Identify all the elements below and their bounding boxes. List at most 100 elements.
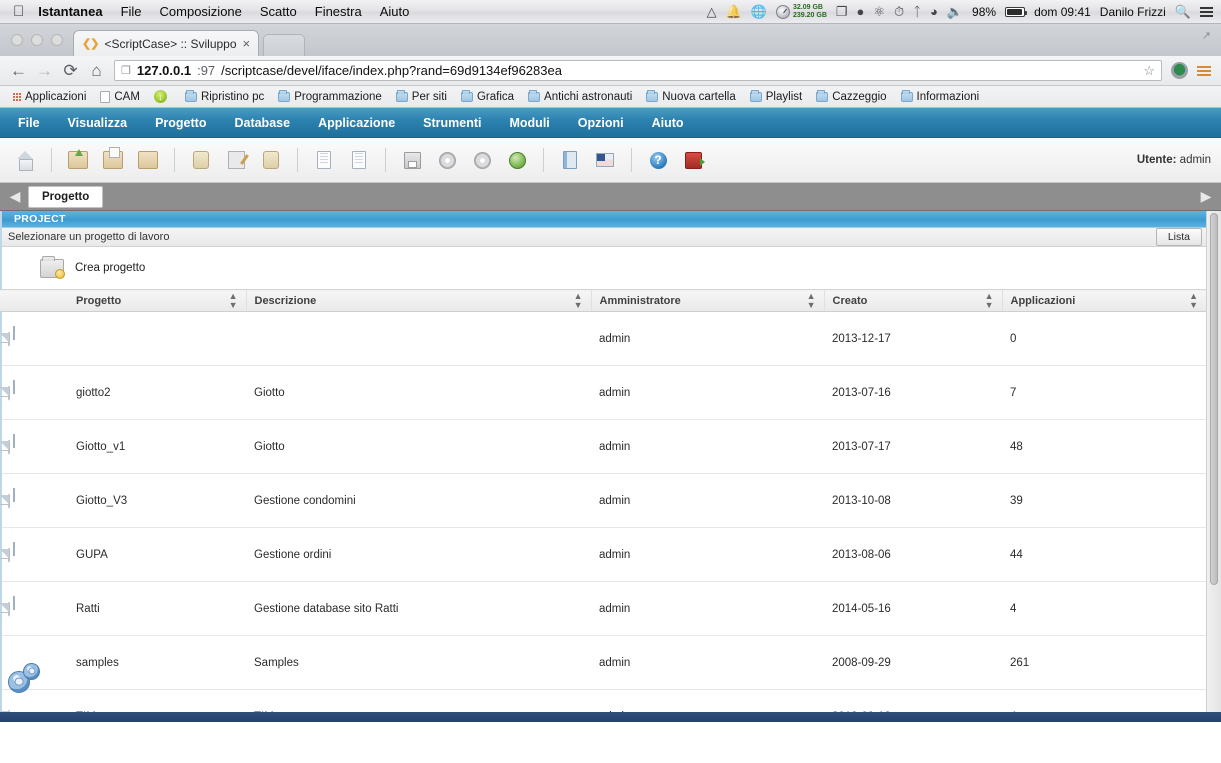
table-row[interactable]: GUPA Gestione ordini admin 2013-08-06 44 [0,527,1206,582]
settings-gear-icon[interactable] [432,145,462,175]
wifi-icon[interactable]: ◕ [930,5,938,18]
language-flag-icon[interactable] [590,145,620,175]
bluetooth-icon[interactable]: ᛏ [913,5,921,18]
table-row[interactable]: Giotto_V3 Gestione condomini admin 2013-… [0,473,1206,528]
th-amministratore[interactable]: Amministratore ▲ ▼ [590,289,824,312]
fullscreen-icon[interactable]: ↗ [1202,29,1211,42]
database-icon[interactable] [256,145,286,175]
bookmark-informazioni[interactable]: Informazioni [896,89,985,104]
profile-avatar-icon[interactable] [1171,62,1188,79]
menubar-item-file[interactable]: File [121,4,142,19]
bookmark-grafica[interactable]: Grafica [456,89,519,104]
th-descrizione[interactable]: Descrizione ▲ ▼ [245,289,591,312]
sort-icon[interactable]: ▲ ▼ [807,291,816,310]
export-project-icon[interactable] [98,145,128,175]
close-window-button[interactable] [11,34,23,46]
publish-globe-icon[interactable] [502,145,532,175]
minimize-window-button[interactable] [31,34,43,46]
table-row[interactable]: TIM TIM admin 2013-09-12 4 [0,689,1206,712]
bookmark-download[interactable]: ↓ [149,89,176,104]
lista-button[interactable]: Lista [1155,228,1202,246]
row-icon-cell[interactable] [0,311,68,366]
row-icon-cell[interactable] [0,365,68,420]
import-project-icon[interactable] [63,145,93,175]
home-icon[interactable]: ⌂ [88,61,105,81]
tab-scroll-right-icon[interactable]: ▶ [1197,188,1215,205]
cell-progetto[interactable]: TIM [68,689,246,712]
app-menu-strumenti[interactable]: Strumenti [409,110,495,136]
table-row[interactable]: admin 2013-12-17 0 [0,311,1206,366]
spotlight-search-icon[interactable]: 🔍 [1175,5,1191,18]
app-menu-applicazione[interactable]: Applicazione [304,110,409,136]
notification-center-icon[interactable] [1200,6,1213,17]
tab-progetto[interactable]: Progetto [28,185,104,208]
table-row[interactable]: Giotto_v1 Giotto admin 2013-07-17 48 [0,419,1206,474]
menubar-item-scatto[interactable]: Scatto [260,4,297,19]
row-icon-cell[interactable] [0,635,68,693]
screen-mirror-icon[interactable]: ❐ [836,5,848,18]
bookmark-star-icon[interactable]: ☆ [1143,63,1155,79]
row-icon-cell[interactable] [0,689,68,712]
app-menu-database[interactable]: Database [220,110,304,136]
apple-menu-icon[interactable]:  [13,4,24,19]
app-menu-aiuto[interactable]: Aiuto [638,110,698,136]
row-icon-cell[interactable] [0,581,68,636]
cell-progetto[interactable]: Giotto_v1 [68,419,246,474]
run-gear-icon[interactable] [467,145,497,175]
save-icon[interactable] [397,145,427,175]
forward-icon[interactable]: → [36,61,53,81]
manual-book-icon[interactable] [555,145,585,175]
battery-icon[interactable] [1005,6,1028,17]
cell-progetto[interactable]: samples [68,635,246,690]
volume-icon[interactable]: 🔈 [947,5,963,18]
user-name-label[interactable]: Danilo Frizzi [1100,5,1166,19]
app-menu-visualizza[interactable]: Visualizza [54,110,142,136]
package-icon[interactable] [133,145,163,175]
cell-progetto[interactable]: Giotto_V3 [68,473,246,528]
menubar-item-finestra[interactable]: Finestra [315,4,362,19]
app-menu-opzioni[interactable]: Opzioni [564,110,638,136]
cell-progetto[interactable] [68,311,246,366]
table-row[interactable]: giotto2 Giotto admin 2013-07-16 7 [0,365,1206,420]
copy-document-icon[interactable] [344,145,374,175]
sort-icon[interactable]: ▲ ▼ [574,291,583,310]
table-row[interactable]: samples Samples admin 2008-09-29 261 [0,635,1206,693]
chrome-menu-icon[interactable] [1197,65,1211,76]
row-icon-cell[interactable] [0,473,68,528]
globe-status-icon[interactable]: 🌐 [751,5,767,18]
bookmark-per-siti[interactable]: Per siti [391,89,452,104]
zoom-window-button[interactable] [51,34,63,46]
tab-scroll-left-icon[interactable]: ◀ [6,188,24,205]
reload-icon[interactable]: ⟳ [62,61,79,81]
edit-database-icon[interactable] [221,145,251,175]
notification-bell-icon[interactable]: 🔔 [726,5,742,18]
content-scrollbar[interactable] [1206,211,1221,712]
bookmark-applicazioni[interactable]: Applicazioni [8,90,91,104]
home-icon[interactable] [10,145,40,175]
dropbox-icon[interactable]: △ [707,5,717,18]
scrollbar-thumb[interactable] [1210,213,1218,585]
new-document-icon[interactable] [309,145,339,175]
create-project-label[interactable]: Crea progetto [75,262,145,274]
bookmark-playlist[interactable]: Playlist [745,89,807,104]
menubar-app-name[interactable]: Istantanea [38,4,102,19]
back-icon[interactable]: ← [10,61,27,81]
clock-label[interactable]: dom 09:41 [1034,5,1091,19]
menubar-item-composizione[interactable]: Composizione [160,4,242,19]
bookmark-cazzeggio[interactable]: Cazzeggio [811,89,891,104]
exit-icon[interactable] [678,145,708,175]
sort-icon[interactable]: ▲ ▼ [985,291,994,310]
sort-icon[interactable]: ▲ ▼ [1189,291,1198,310]
timemachine-icon[interactable]: ⚛ [873,5,885,18]
app-menu-moduli[interactable]: Moduli [496,110,564,136]
new-database-icon[interactable] [186,145,216,175]
bookmark-cam[interactable]: CAM [95,90,145,104]
create-project-row[interactable]: Crea progetto [0,247,1206,289]
browser-tab-active[interactable]: ❮❯ <ScriptCase> :: Sviluppo × [73,30,260,56]
power-status-icon[interactable]: ● [857,5,865,18]
clock-history-icon[interactable]: ⏱ [894,5,904,18]
help-icon[interactable]: ? [643,145,673,175]
row-icon-cell[interactable] [0,419,68,474]
cell-progetto[interactable]: giotto2 [68,365,246,420]
close-icon[interactable]: × [243,36,251,51]
